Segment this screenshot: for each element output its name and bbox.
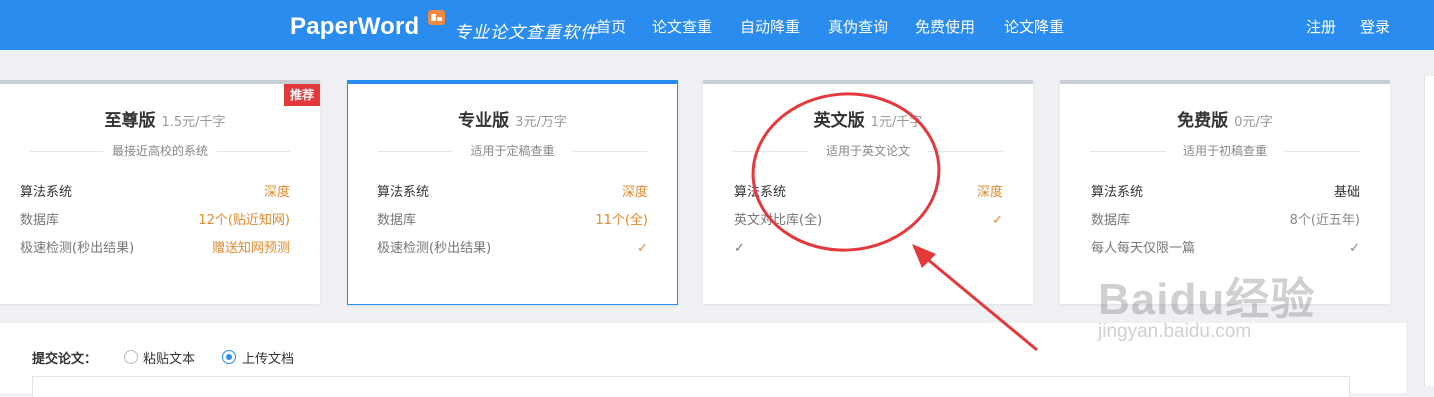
paste-text-label[interactable]: 粘贴文本 (143, 348, 195, 367)
check-icon: ✓ (734, 241, 745, 256)
plan-row: 算法系统 深度 (734, 184, 1003, 202)
plan-subtitle: 最接近高校的系统 (30, 143, 290, 159)
row-label: 英文对比库(全) (734, 213, 823, 228)
row-value: 11个(全) (595, 213, 648, 228)
row-value: 深度 (976, 185, 1003, 200)
row-label: 极速检测(秒出结果) (377, 241, 492, 256)
row-label: 算法系统 (734, 185, 787, 200)
plan-card-professional[interactable]: 专业版 3元/万字 适用于定稿查重 算法系统 深度 数据库 11个(全) 极速检测… (347, 80, 678, 305)
plan-name: 英文版 (813, 111, 865, 131)
nav-item-verify[interactable]: 真伪查询 (828, 16, 888, 37)
plan-row: 算法系统 深度 (20, 184, 290, 202)
baidu-watermark-url: jingyan.baidu.com (1098, 321, 1252, 342)
nav-item-paper-reduce[interactable]: 论文降重 (1004, 16, 1064, 37)
baidu-watermark: Baidu经验 (1098, 275, 1316, 324)
plan-subtitle: 适用于英文论文 (733, 143, 1003, 159)
plan-subtitle: 适用于定稿查重 (378, 143, 648, 159)
nav-item-home[interactable]: 首页 (596, 16, 626, 37)
submit-paper-label: 提交论文： (32, 352, 98, 367)
check-icon: ✓ (637, 241, 648, 256)
nav-item-free-use[interactable]: 免费使用 (915, 16, 975, 37)
plan-row: 数据库 12个(贴近知网) (20, 212, 290, 230)
upload-doc-label[interactable]: 上传文档 (242, 348, 294, 367)
plan-row: 英文对比库(全) ✓ (734, 212, 1003, 230)
plan-row: ✓ (734, 240, 1003, 258)
top-navigation-bar: PaperWord 专业论文查重软件 首页 论文查重 自动降重 真伪查询 免费使… (0, 0, 1434, 50)
main-nav: 首页 论文查重 自动降重 真伪查询 免费使用 论文降重 注册 登录 (0, 16, 1434, 36)
row-label: 极速检测(秒出结果) (20, 241, 135, 256)
login-link[interactable]: 登录 (1360, 16, 1390, 37)
plan-name: 至尊版 (104, 111, 156, 131)
plan-price: 1.5元/千字 (161, 115, 226, 130)
paste-text-radio[interactable] (124, 350, 138, 364)
row-label: 数据库 (377, 213, 417, 228)
plan-row: 每人每天仅限一篇 ✓ (1091, 240, 1360, 258)
row-value: 深度 (621, 185, 648, 200)
plan-title: 专业版 3元/万字 (348, 106, 677, 131)
plan-price: 1元/千字 (870, 115, 923, 130)
plan-card-premium[interactable]: 推荐 至尊版 1.5元/千字 最接近高校的系统 算法系统 深度 数据库 12个(贴… (0, 80, 320, 304)
check-icon: ✓ (992, 213, 1003, 228)
plan-row: 数据库 8个(近五年) (1091, 212, 1360, 230)
row-value: 赠送知网预测 (211, 241, 290, 256)
plan-title: 免费版 0元/字 (1060, 106, 1390, 131)
row-label: 数据库 (1091, 213, 1131, 228)
right-side-scrollbar[interactable] (1424, 76, 1434, 386)
plan-row: 算法系统 深度 (377, 184, 648, 202)
plan-title: 英文版 1元/千字 (703, 106, 1033, 131)
plan-subtitle: 适用于初稿查重 (1090, 143, 1360, 159)
row-label: 算法系统 (20, 185, 73, 200)
paper-content-box[interactable] (32, 376, 1350, 397)
row-label: 数据库 (20, 213, 60, 228)
check-icon: ✓ (1349, 241, 1360, 256)
plan-price: 3元/万字 (515, 115, 567, 130)
register-link[interactable]: 注册 (1306, 16, 1336, 37)
plan-row: 极速检测(秒出结果) 赠送知网预测 (20, 240, 290, 258)
row-label: 算法系统 (1091, 185, 1144, 200)
nav-item-paper-check[interactable]: 论文查重 (652, 16, 712, 37)
row-value: 12个(贴近知网) (198, 213, 290, 228)
plan-name: 专业版 (458, 111, 510, 131)
row-value: 深度 (263, 185, 290, 200)
plan-row: 算法系统 基础 (1091, 184, 1360, 202)
plan-name: 免费版 (1177, 111, 1229, 131)
row-value: 8个(近五年) (1289, 213, 1360, 228)
row-label: 每人每天仅限一篇 (1091, 241, 1196, 256)
upload-doc-radio[interactable] (222, 350, 236, 364)
row-label: 算法系统 (377, 185, 430, 200)
row-value: 基础 (1333, 185, 1360, 200)
recommend-ribbon: 推荐 (284, 84, 320, 106)
plan-title: 至尊版 1.5元/千字 (0, 106, 320, 131)
nav-item-auto-reduce[interactable]: 自动降重 (740, 16, 800, 37)
plan-price: 0元/字 (1234, 115, 1273, 130)
plan-row: 极速检测(秒出结果) ✓ (377, 240, 648, 258)
plan-row: 数据库 11个(全) (377, 212, 648, 230)
plan-card-english[interactable]: 英文版 1元/千字 适用于英文论文 算法系统 深度 英文对比库(全) ✓ ✓ (703, 80, 1033, 304)
